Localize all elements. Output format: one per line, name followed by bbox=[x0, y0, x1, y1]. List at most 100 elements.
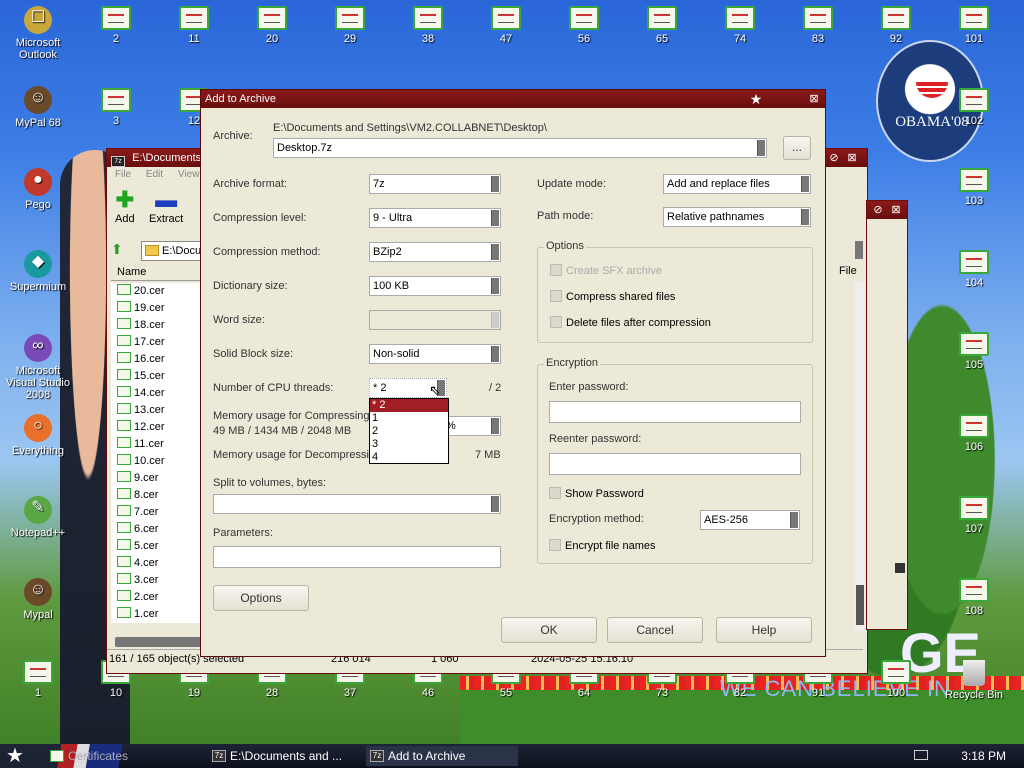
desktop-icon-cert[interactable]: 65 bbox=[624, 6, 700, 45]
desktop-icon-cert[interactable]: 2 bbox=[78, 6, 154, 45]
desktop-icon-cert[interactable]: 92 bbox=[858, 6, 934, 45]
list-item[interactable]: 6.cer bbox=[111, 521, 203, 538]
solid-block-select[interactable]: Non-solid bbox=[369, 344, 501, 364]
desktop-icon-cert[interactable]: 104 bbox=[936, 250, 1012, 289]
dropdown-arrow[interactable] bbox=[757, 140, 765, 156]
minimize-icon[interactable]: ⊘ bbox=[871, 203, 885, 217]
dropdown-arrow[interactable] bbox=[801, 209, 809, 225]
dialog-titlebar[interactable]: Add to Archive ★ ⊠ bbox=[201, 90, 825, 108]
list-item[interactable]: 8.cer bbox=[111, 487, 203, 504]
cpu-threads-dropdown[interactable]: * 21234 bbox=[369, 398, 449, 464]
update-mode-select[interactable]: Add and replace files bbox=[663, 174, 811, 194]
recycle-bin[interactable]: Recycle Bin bbox=[936, 660, 1012, 701]
minimize-icon[interactable]: ⊘ bbox=[827, 151, 841, 165]
archive-name-combo[interactable]: Desktop.7z bbox=[273, 138, 767, 158]
list-item[interactable]: 1.cer bbox=[111, 606, 203, 623]
desktop-icon-cert[interactable]: 106 bbox=[936, 414, 1012, 453]
menu-view[interactable]: View bbox=[178, 169, 200, 180]
list-item[interactable]: 2.cer bbox=[111, 589, 203, 606]
desktop-icon-app-4[interactable]: ∞ Microsoft Visual Studio 2008 bbox=[0, 334, 76, 401]
dropdown-arrow[interactable] bbox=[801, 176, 809, 192]
menu-file[interactable]: File bbox=[115, 169, 131, 180]
desktop-icon-cert[interactable]: 107 bbox=[936, 496, 1012, 535]
ok-button[interactable]: OK bbox=[501, 617, 597, 643]
list-item[interactable]: 19.cer bbox=[111, 300, 203, 317]
compression-method-select[interactable]: BZip2 bbox=[369, 242, 501, 262]
dropdown-arrow[interactable] bbox=[491, 312, 499, 328]
list-item[interactable]: 3.cer bbox=[111, 572, 203, 589]
cancel-button[interactable]: Cancel bbox=[607, 617, 703, 643]
list-item[interactable]: 11.cer bbox=[111, 436, 203, 453]
desktop-icon-cert[interactable]: 74 bbox=[702, 6, 778, 45]
desktop-icon-cert[interactable]: 83 bbox=[780, 6, 856, 45]
close-icon[interactable]: ⊠ bbox=[845, 151, 859, 165]
dropdown-option[interactable]: * 2 bbox=[370, 399, 448, 412]
list-item[interactable]: 17.cer bbox=[111, 334, 203, 351]
horizontal-scrollbar[interactable] bbox=[115, 637, 205, 647]
dropdown-arrow[interactable] bbox=[790, 512, 798, 528]
word-size-select[interactable] bbox=[369, 310, 501, 330]
compression-level-select[interactable]: 9 - Ultra bbox=[369, 208, 501, 228]
up-arrow-icon[interactable]: ⬆ bbox=[111, 241, 131, 259]
list-item[interactable]: 20.cer bbox=[111, 283, 203, 300]
list-item[interactable]: 10.cer bbox=[111, 453, 203, 470]
options-button[interactable]: Options bbox=[213, 585, 309, 611]
desktop-icon-cert[interactable]: 47 bbox=[468, 6, 544, 45]
address-dropdown[interactable] bbox=[855, 241, 863, 259]
close-icon[interactable]: ⊠ bbox=[807, 92, 821, 106]
dropdown-arrow[interactable] bbox=[491, 418, 499, 434]
dropdown-arrow[interactable] bbox=[491, 176, 499, 192]
encrypt-names-checkbox[interactable]: Encrypt file names bbox=[549, 539, 655, 552]
list-item[interactable]: 16.cer bbox=[111, 351, 203, 368]
column-header-right[interactable]: File bbox=[839, 265, 857, 277]
menu-edit[interactable]: Edit bbox=[146, 169, 163, 180]
scroll-thumb[interactable] bbox=[895, 563, 905, 573]
list-item[interactable]: 14.cer bbox=[111, 385, 203, 402]
desktop-icon-app-2[interactable]: ● Pego bbox=[0, 168, 76, 211]
desktop-icon-cert[interactable]: 105 bbox=[936, 332, 1012, 371]
dropdown-option[interactable]: 2 bbox=[370, 425, 448, 438]
list-item[interactable]: 13.cer bbox=[111, 402, 203, 419]
archive-format-select[interactable]: 7z bbox=[369, 174, 501, 194]
desktop-icon-cert[interactable]: 1 bbox=[0, 660, 76, 699]
create-sfx-checkbox[interactable]: Create SFX archive bbox=[550, 264, 662, 277]
desktop-icon-cert[interactable]: 11 bbox=[156, 6, 232, 45]
browse-button[interactable]: ... bbox=[783, 136, 811, 160]
desktop-icon-app-1[interactable]: ☺ MyPal 68 bbox=[0, 86, 76, 129]
compress-shared-checkbox[interactable]: Compress shared files bbox=[550, 290, 675, 303]
desktop-icon-cert[interactable]: 102 bbox=[936, 88, 1012, 127]
extract-button[interactable]: ▬ Extract bbox=[149, 187, 183, 225]
split-select[interactable] bbox=[213, 494, 501, 514]
taskbar-item-explorer[interactable]: 7z E:\Documents and ... bbox=[208, 746, 358, 766]
desktop-icon-cert[interactable]: 103 bbox=[936, 168, 1012, 207]
taskbar-item-certificates[interactable]: Certificates bbox=[46, 746, 196, 766]
dropdown-arrow[interactable] bbox=[491, 496, 499, 512]
taskbar-item-add-to-archive[interactable]: 7z Add to Archive bbox=[366, 746, 518, 766]
delete-after-checkbox[interactable]: Delete files after compression bbox=[550, 316, 711, 329]
dropdown-option[interactable]: 4 bbox=[370, 451, 448, 464]
vertical-scrollbar[interactable] bbox=[855, 281, 865, 631]
desktop-icon-app-5[interactable]: ○ Everything bbox=[0, 414, 76, 457]
list-item[interactable]: 4.cer bbox=[111, 555, 203, 572]
reenter-password-input[interactable] bbox=[549, 453, 801, 475]
parameters-input[interactable] bbox=[213, 546, 501, 568]
start-star-icon[interactable]: ★ bbox=[6, 745, 24, 767]
password-input[interactable] bbox=[549, 401, 801, 423]
dropdown-option[interactable]: 3 bbox=[370, 438, 448, 451]
desktop-icon-cert[interactable]: 101 bbox=[936, 6, 1012, 45]
desktop-icon-cert[interactable]: 29 bbox=[312, 6, 388, 45]
desktop-icon-app-0[interactable]: ☐ Microsoft Outlook bbox=[0, 6, 76, 61]
desktop-icon-cert[interactable]: 38 bbox=[390, 6, 466, 45]
path-mode-select[interactable]: Relative pathnames bbox=[663, 207, 811, 227]
dropdown-arrow[interactable] bbox=[491, 346, 499, 362]
list-item[interactable]: 9.cer bbox=[111, 470, 203, 487]
help-button[interactable]: Help bbox=[716, 617, 812, 643]
desktop-icon-cert[interactable]: 20 bbox=[234, 6, 310, 45]
dropdown-arrow[interactable] bbox=[491, 278, 499, 294]
file-list[interactable]: 20.cer 19.cer 18.cer 17.cer 16.cer 15.cer 14.c… bbox=[111, 283, 203, 623]
encryption-method-select[interactable]: AES-256 bbox=[700, 510, 800, 530]
list-item[interactable]: 18.cer bbox=[111, 317, 203, 334]
desktop-icon-cert[interactable]: 3 bbox=[78, 88, 154, 127]
add-button[interactable]: ✚ Add bbox=[115, 187, 135, 225]
desktop-icon-cert[interactable]: 100 bbox=[858, 660, 934, 699]
